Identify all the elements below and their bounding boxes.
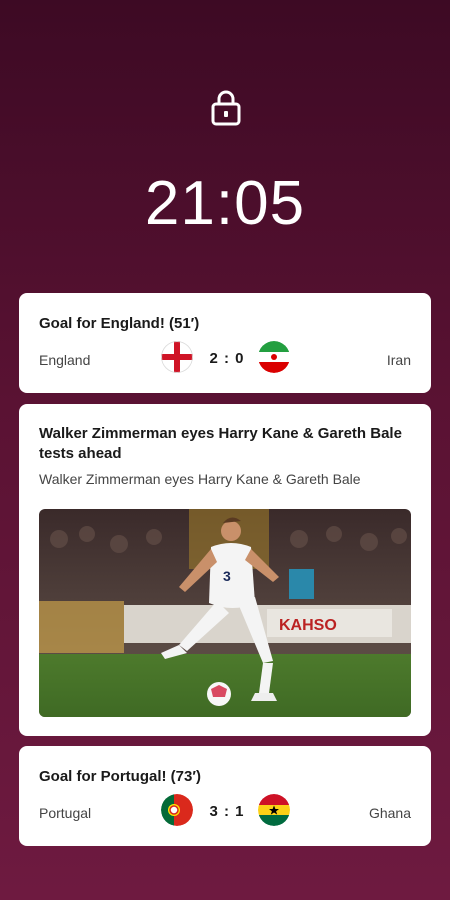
england-flag-icon [161, 341, 193, 373]
match-score: 2 : 0 [209, 350, 245, 367]
lock-icon [211, 90, 241, 126]
goal-notification-england[interactable]: Goal for England! (51′) England 2 : 0 Ir… [19, 293, 431, 393]
svg-text:3: 3 [223, 568, 231, 584]
away-team-name: Ghana [368, 805, 411, 821]
news-notification[interactable]: Walker Zimmerman eyes Harry Kane & Garet… [19, 404, 431, 736]
home-team-name: England [39, 352, 91, 368]
match-score: 3 : 1 [209, 803, 245, 820]
news-title: Walker Zimmerman eyes Harry Kane & Garet… [39, 425, 402, 462]
news-photo: KAHSO 3 [39, 509, 411, 717]
goal-notification-portugal[interactable]: Goal for Portugal! (73′) Portugal 3 : 1 … [19, 746, 431, 846]
news-subtitle: Walker Zimmerman eyes Harry Kane & Garet… [39, 471, 361, 487]
iran-flag-icon [258, 341, 290, 373]
svg-text:KAHSO: KAHSO [279, 617, 337, 634]
ghana-flag-icon [258, 794, 290, 826]
notification-title: Goal for Portugal! (73′) [39, 768, 201, 785]
away-team-name: Iran [386, 352, 411, 368]
lockscreen-clock: 21:05 [144, 169, 306, 238]
portugal-flag-icon [161, 794, 193, 826]
notification-title: Goal for England! (51′) [39, 315, 200, 332]
home-team-name: Portugal [39, 805, 92, 821]
